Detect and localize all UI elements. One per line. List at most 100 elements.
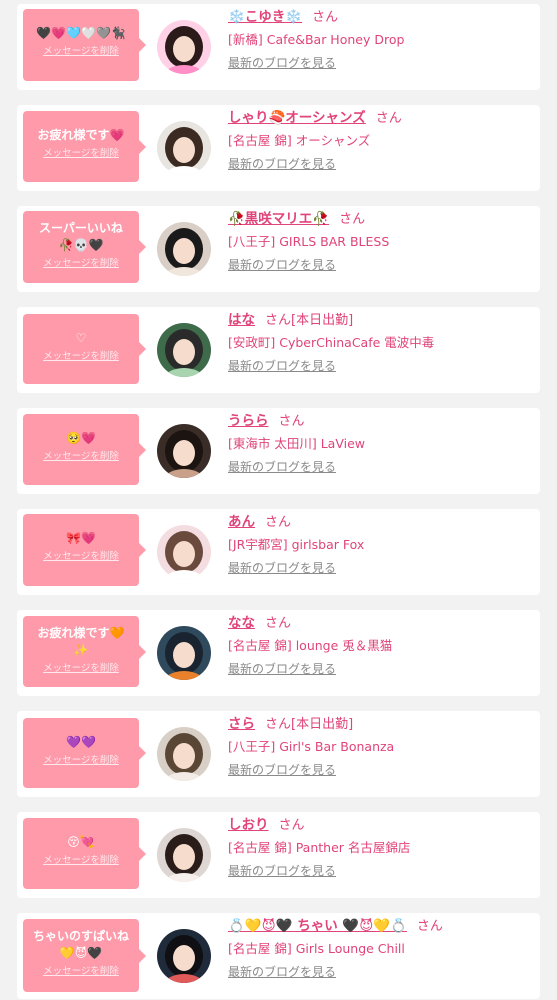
latest-blog-link[interactable]: 最新のブログを見る	[228, 155, 336, 173]
message-bubble: 🖤💗🩵🤍🩶🐈‍⬛ メッセージを削除	[23, 9, 146, 81]
cast-name-link[interactable]: しおり	[228, 817, 269, 833]
cast-name-link[interactable]: うらら	[228, 413, 269, 429]
delete-message-link[interactable]: メッセージを削除	[23, 854, 139, 867]
profile-info: 💍💛😈🖤 ちゃい 🖤😈💛💍 さん [名古屋 錦] Girls Lounge Chi…	[228, 914, 538, 981]
message-bubble: ちゃいのすぱいね 💛😈🖤 メッセージを削除	[23, 919, 146, 992]
delete-message-link[interactable]: メッセージを削除	[23, 257, 139, 270]
profile-info: あん さん [JR宇都宮] girlsbar Fox 最新のブログを見る	[228, 510, 538, 577]
avatar[interactable]	[157, 222, 211, 276]
message-text: ちゃいのすぱいね 💛😈🖤	[32, 929, 129, 960]
honorific: さん	[312, 10, 339, 25]
latest-blog-link[interactable]: 最新のブログを見る	[228, 357, 336, 375]
message-text: 🎀💗	[66, 531, 96, 545]
delete-message-link[interactable]: メッセージを削除	[23, 147, 139, 160]
message-card: 😚💘 メッセージを削除 しおり さん [名古屋 錦] Panther 名古屋錦店 …	[17, 812, 540, 898]
honorific: さん	[278, 414, 305, 429]
shop-name: [新橋] Cafe&Bar Honey Drop	[228, 32, 405, 47]
shop-name: [JR宇都宮] girlsbar Fox	[228, 537, 365, 552]
latest-blog-link[interactable]: 最新のブログを見る	[228, 963, 336, 981]
latest-blog-link[interactable]: 最新のブログを見る	[228, 458, 336, 476]
message-bubble: 🎀💗 メッセージを削除	[23, 514, 146, 586]
delete-message-link[interactable]: メッセージを削除	[23, 45, 139, 58]
avatar[interactable]	[157, 424, 211, 478]
honorific: さん	[375, 111, 402, 126]
latest-blog-link[interactable]: 最新のブログを見る	[228, 256, 336, 274]
honorific: さん	[265, 717, 292, 732]
delete-message-link[interactable]: メッセージを削除	[23, 662, 139, 675]
profile-info: さら さん[本日出勤] [八王子] Girl's Bar Bonanza 最新のブ…	[228, 712, 538, 779]
latest-blog-link[interactable]: 最新のブログを見る	[228, 559, 336, 577]
delete-message-link[interactable]: メッセージを削除	[23, 550, 139, 563]
shop-name: [安政町] CyberChinaCafe 電波中毒	[228, 335, 435, 350]
message-card: 🥺💗 メッセージを削除 うらら さん [東海市 太田川] LaView 最新のブロ…	[17, 408, 540, 494]
shop-name: [名古屋 錦] Girls Lounge Chill	[228, 941, 405, 956]
delete-message-link[interactable]: メッセージを削除	[23, 965, 139, 978]
cast-name-link[interactable]: さら	[228, 716, 255, 732]
message-card: 🖤💗🩵🤍🩶🐈‍⬛ メッセージを削除 ❄️こゆき❄️ さん [新橋] Cafe&Ba…	[17, 4, 540, 90]
latest-blog-link[interactable]: 最新のブログを見る	[228, 761, 336, 779]
avatar[interactable]	[157, 121, 211, 175]
cast-name-link[interactable]: はな	[228, 312, 255, 328]
message-bubble: 🥺💗 メッセージを削除	[23, 414, 146, 485]
message-card: ♡ メッセージを削除 はな さん[本日出勤] [安政町] CyberChinaCa…	[17, 307, 540, 393]
honorific: さん	[265, 616, 292, 631]
message-bubble: ♡ メッセージを削除	[23, 314, 146, 384]
profile-info: 🥀黒咲マリエ🥀 さん [八王子] GIRLS BAR BLESS 最新のブログを見…	[228, 207, 538, 274]
message-card: 🎀💗 メッセージを削除 あん さん [JR宇都宮] girlsbar Fox 最新…	[17, 509, 540, 595]
message-card: お疲れ様です💗 メッセージを削除 しゃり🍣オーシャンズ さん [名古屋 錦] オー…	[17, 105, 540, 191]
latest-blog-link[interactable]: 最新のブログを見る	[228, 862, 336, 880]
delete-message-link[interactable]: メッセージを削除	[23, 350, 139, 363]
message-text: スーパーいいね 🥀💀🖤	[39, 221, 123, 252]
profile-info: しおり さん [名古屋 錦] Panther 名古屋錦店 最新のブログを見る	[228, 813, 538, 880]
attendance-badge: [本日出勤]	[291, 313, 354, 328]
message-bubble: 💜💜 メッセージを削除	[23, 718, 146, 788]
honorific: さん	[416, 919, 443, 934]
profile-info: しゃり🍣オーシャンズ さん [名古屋 錦] オーシャンズ 最新のブログを見る	[228, 106, 538, 173]
message-card: 💜💜 メッセージを削除 さら さん[本日出勤] [八王子] Girl's Bar …	[17, 711, 540, 797]
avatar[interactable]	[157, 828, 211, 882]
cast-name-link[interactable]: あん	[228, 514, 255, 530]
delete-message-link[interactable]: メッセージを削除	[23, 754, 139, 767]
message-bubble: 😚💘 メッセージを削除	[23, 818, 146, 889]
latest-blog-link[interactable]: 最新のブログを見る	[228, 54, 336, 72]
avatar[interactable]	[157, 525, 211, 579]
avatar[interactable]	[157, 929, 211, 983]
honorific: さん	[339, 212, 366, 227]
shop-name: [名古屋 錦] lounge 兎＆黒猫	[228, 638, 393, 653]
avatar[interactable]	[157, 727, 211, 781]
message-card: ちゃいのすぱいね 💛😈🖤 メッセージを削除 💍💛😈🖤 ちゃい 🖤😈💛💍 さん [名…	[17, 913, 540, 999]
message-text: お疲れ様です💗	[37, 128, 125, 142]
message-text: 🥺💗	[66, 431, 96, 445]
cast-name-link[interactable]: ❄️こゆき❄️	[228, 9, 302, 25]
message-text: 😚💘	[67, 835, 95, 849]
message-card: お疲れ様です🧡 ✨ メッセージを削除 なな さん [名古屋 錦] lounge 兎…	[17, 610, 540, 696]
honorific: さん	[265, 515, 292, 530]
shop-name: [名古屋 錦] Panther 名古屋錦店	[228, 840, 411, 855]
shop-name: [八王子] Girl's Bar Bonanza	[228, 739, 395, 754]
cast-name-link[interactable]: 💍💛😈🖤 ちゃい 🖤😈💛💍	[228, 918, 407, 934]
message-bubble: スーパーいいね 🥀💀🖤 メッセージを削除	[23, 211, 146, 283]
avatar[interactable]	[157, 323, 211, 377]
shop-name: [名古屋 錦] オーシャンズ	[228, 133, 371, 148]
message-text: お疲れ様です🧡 ✨	[37, 626, 125, 657]
message-text: 💜💜	[66, 735, 96, 749]
profile-info: はな さん[本日出勤] [安政町] CyberChinaCafe 電波中毒 最新の…	[228, 308, 538, 375]
delete-message-link[interactable]: メッセージを削除	[23, 450, 139, 463]
avatar[interactable]	[157, 626, 211, 680]
avatar[interactable]	[157, 20, 211, 74]
shop-name: [八王子] GIRLS BAR BLESS	[228, 234, 390, 249]
honorific: さん	[278, 818, 305, 833]
message-text: ♡	[75, 331, 87, 345]
cast-name-link[interactable]: 🥀黒咲マリエ🥀	[228, 211, 329, 227]
profile-info: うらら さん [東海市 太田川] LaView 最新のブログを見る	[228, 409, 538, 476]
latest-blog-link[interactable]: 最新のブログを見る	[228, 660, 336, 678]
profile-info: なな さん [名古屋 錦] lounge 兎＆黒猫 最新のブログを見る	[228, 611, 538, 678]
message-bubble: お疲れ様です💗 メッセージを削除	[23, 111, 146, 182]
shop-name: [東海市 太田川] LaView	[228, 436, 365, 451]
cast-name-link[interactable]: なな	[228, 615, 255, 631]
attendance-badge: [本日出勤]	[291, 717, 354, 732]
cast-name-link[interactable]: しゃり🍣オーシャンズ	[228, 110, 366, 126]
message-text: 🖤💗🩵🤍🩶🐈‍⬛	[36, 26, 126, 40]
message-card: スーパーいいね 🥀💀🖤 メッセージを削除 🥀黒咲マリエ🥀 さん [八王子] GIR…	[17, 206, 540, 292]
message-bubble: お疲れ様です🧡 ✨ メッセージを削除	[23, 616, 146, 687]
